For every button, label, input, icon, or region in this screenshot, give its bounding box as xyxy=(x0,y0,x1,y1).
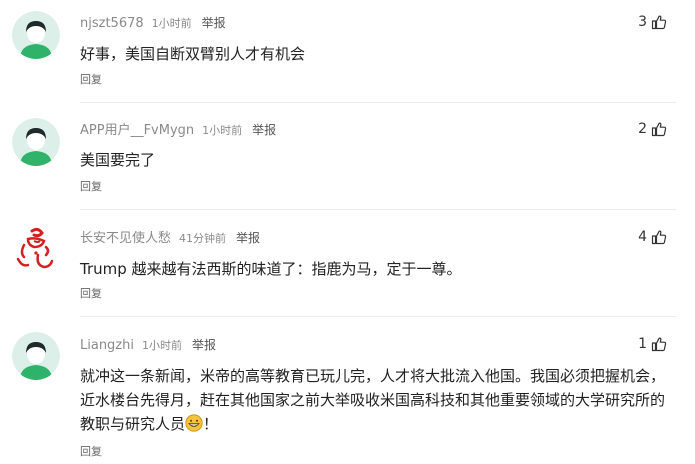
comment-text: Trump 越来越有法西斯的味道了：指鹿为马，定于一尊。 xyxy=(80,260,462,278)
like-button[interactable]: 2 xyxy=(638,119,667,139)
comment-time: 1小时前 xyxy=(151,17,192,30)
comment-text: 就冲这一条新闻，米帝的高等教育已玩儿完，人才将大批流入他国。我国必须把握机会，近… xyxy=(80,364,676,436)
comment-text-body: 就冲这一条新闻，米帝的高等教育已玩儿完，人才将大批流入他国。我国必须把握机会，近… xyxy=(80,367,666,433)
comment-divider xyxy=(80,209,676,210)
comment-time: 1小时前 xyxy=(142,339,182,352)
like-button[interactable]: 1 xyxy=(638,334,667,354)
comment-meta: Liangzhi 1小时前 举报 xyxy=(80,334,216,354)
like-button[interactable]: 3 xyxy=(638,12,667,32)
report-button[interactable]: 举报 xyxy=(236,231,260,245)
comment-meta: APP用户__FvMygn 1小时前 举报 xyxy=(80,119,276,139)
reply-button[interactable]: 回复 xyxy=(80,287,102,301)
like-button[interactable]: 4 xyxy=(638,227,667,247)
thumbs-up-icon xyxy=(651,230,667,245)
username[interactable]: Liangzhi xyxy=(80,338,134,353)
grin-emoji-icon xyxy=(185,414,203,432)
thumbs-up-icon xyxy=(651,15,667,30)
user-avatar-icon xyxy=(12,11,60,59)
username[interactable]: APP用户__FvMygn xyxy=(80,123,194,138)
user-avatar-icon xyxy=(12,332,60,380)
calligraphy-avatar-icon xyxy=(12,225,60,273)
report-button[interactable]: 举报 xyxy=(202,16,226,30)
comment-time: 1小时前 xyxy=(202,124,243,137)
comment-divider xyxy=(80,316,676,317)
like-count: 1 xyxy=(638,336,647,352)
username[interactable]: 长安不见使人愁 xyxy=(80,231,171,246)
comment-divider xyxy=(80,102,676,103)
user-avatar-icon xyxy=(12,118,60,166)
comment-text: 美国要完了 xyxy=(80,151,156,169)
report-button[interactable]: 举报 xyxy=(252,123,276,137)
like-count: 4 xyxy=(638,229,647,245)
comment-text-suffix: ！ xyxy=(203,415,219,433)
avatar[interactable] xyxy=(12,225,60,273)
thumbs-up-icon xyxy=(651,337,667,352)
avatar[interactable] xyxy=(12,332,60,380)
comment-text: 好事，美国自断双臂别人才有机会 xyxy=(80,45,306,63)
like-count: 3 xyxy=(638,14,647,30)
avatar[interactable] xyxy=(12,11,60,59)
comment-time: 41分钟前 xyxy=(179,232,227,245)
reply-button[interactable]: 回复 xyxy=(80,180,102,194)
like-count: 2 xyxy=(638,121,647,137)
comment-meta: 长安不见使人愁 41分钟前 举报 xyxy=(80,227,260,247)
comment-meta: njszt5678 1小时前 举报 xyxy=(80,12,226,32)
thumbs-up-icon xyxy=(651,122,667,137)
username[interactable]: njszt5678 xyxy=(80,16,144,31)
reply-button[interactable]: 回复 xyxy=(80,445,102,459)
avatar[interactable] xyxy=(12,118,60,166)
report-button[interactable]: 举报 xyxy=(192,338,216,352)
reply-button[interactable]: 回复 xyxy=(80,73,102,87)
